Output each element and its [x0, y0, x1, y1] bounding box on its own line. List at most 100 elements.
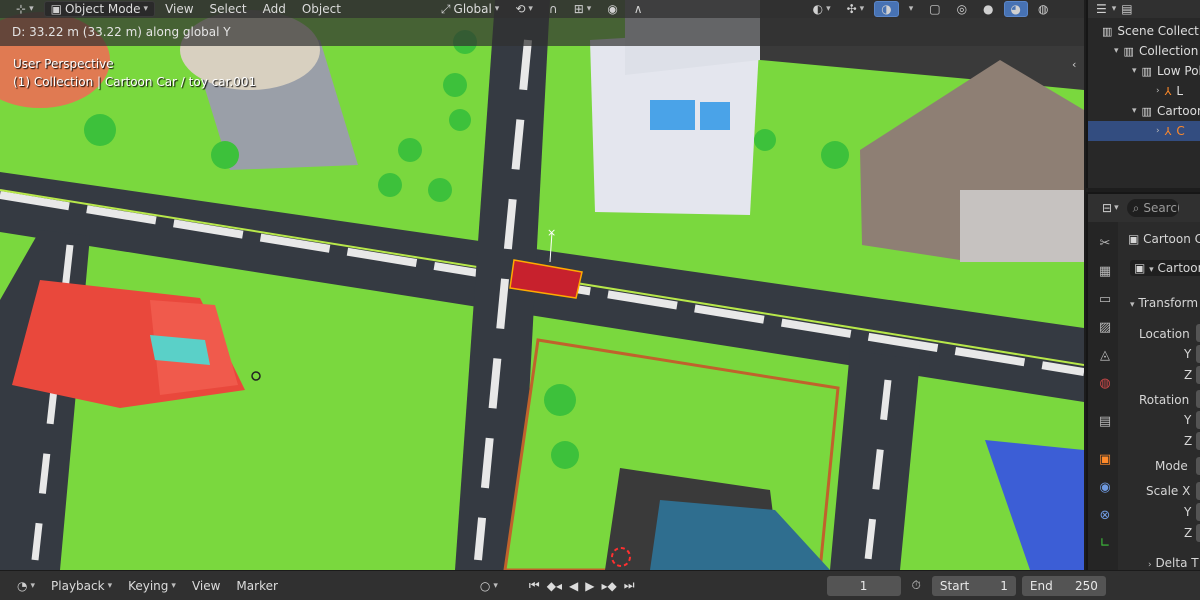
auto-keying-toggle[interactable]: ○ ▾ — [475, 576, 503, 596]
rotation-y-field[interactable] — [1196, 411, 1200, 429]
play-reverse-icon[interactable]: ◀ — [569, 579, 578, 593]
collection-icon: ▥ — [1141, 104, 1152, 118]
timeline-view-menu[interactable]: View — [187, 576, 225, 596]
section-label: Transform — [1138, 296, 1199, 310]
jump-end-icon[interactable]: ⏭ — [624, 578, 635, 593]
location-y-field[interactable] — [1196, 345, 1200, 363]
editor-type-button[interactable]: ⊹ ▾ — [10, 1, 40, 17]
chevron-down-icon[interactable]: ▾ — [1132, 66, 1137, 76]
pivot-button[interactable]: ⟲ ▾ — [509, 1, 539, 17]
timeline-editor-button[interactable]: ◔ ▾ — [12, 576, 40, 596]
outliner-editor-icon[interactable]: ☰ — [1096, 2, 1107, 16]
transform-section-header[interactable]: ▾ Transform — [1130, 296, 1198, 310]
preview-range-toggle[interactable]: ⏱ — [907, 576, 926, 596]
shading-material[interactable]: ◕ — [1003, 1, 1029, 17]
keying-menu[interactable]: Keying ▾ — [123, 576, 181, 596]
rotation-x-field[interactable] — [1196, 390, 1200, 408]
jump-start-icon[interactable]: ⏮ — [529, 578, 540, 593]
proportional-edit-toggle[interactable]: ◉ — [601, 1, 623, 17]
chevron-down-icon: ▾ — [171, 580, 176, 591]
chevron-right-icon[interactable]: › — [1156, 126, 1160, 136]
search-placeholder: Search — [1143, 201, 1178, 215]
delta-transform-header[interactable]: › Delta T — [1148, 556, 1199, 570]
next-keyframe-icon[interactable]: ▸◆ — [601, 579, 616, 593]
data-tab-icon[interactable]: ∟ — [1096, 534, 1114, 552]
object-tab-icon[interactable]: ▣ — [1096, 450, 1114, 468]
collection-tab-icon[interactable]: ▤ — [1096, 412, 1114, 430]
current-frame-field[interactable]: 1 — [826, 575, 901, 596]
marker-menu[interactable]: Marker — [231, 576, 282, 596]
viewport-overlay-text: User Perspective (1) Collection | Cartoo… — [13, 55, 256, 91]
chevron-right-icon[interactable]: › — [1156, 86, 1160, 96]
menu-view[interactable]: View — [159, 1, 199, 17]
tree — [428, 178, 452, 202]
falloff-button[interactable]: ∧ — [628, 1, 649, 17]
chevron-left-icon: ‹ — [1072, 58, 1077, 71]
constraints-tab-icon[interactable]: ⊗ — [1096, 506, 1114, 524]
location-z-field[interactable] — [1196, 366, 1200, 384]
outliner-row-low-poly[interactable]: ▾ ▥ Low Poly — [1132, 61, 1200, 81]
shading-solid[interactable]: ● — [977, 1, 999, 17]
tree — [544, 384, 576, 416]
snap-target-button[interactable]: ⊞ ▾ — [568, 1, 598, 17]
chevron-down-icon[interactable]: ▾ — [1112, 4, 1117, 14]
outliner-row-cartoon-car[interactable]: ▾ ▥ Cartoon Car — [1132, 101, 1200, 121]
physics-tab-icon[interactable]: ◉ — [1096, 478, 1114, 496]
shading-rendered[interactable]: ◍ — [1032, 1, 1054, 17]
playback-menu[interactable]: Playback ▾ — [46, 576, 117, 596]
rotation-z-field[interactable] — [1196, 432, 1200, 450]
snap-increment-icon: ⊞ — [573, 2, 584, 16]
scale-z-field[interactable] — [1196, 524, 1200, 542]
orientation-dropdown[interactable]: ⤢ Global ▾ — [435, 1, 505, 17]
gizmo-button[interactable]: ✣ ▾ — [841, 1, 871, 17]
chevron-down-icon: ▾ — [107, 580, 113, 591]
object-data-field[interactable]: ▣ ▾ Cartoon — [1130, 260, 1200, 276]
display-mode-icon[interactable]: ▤ — [1121, 2, 1132, 16]
tool-tab-icon[interactable]: ✂ — [1096, 234, 1114, 252]
properties-editor-icon[interactable]: ⊟ — [1102, 201, 1112, 215]
outliner-row-collection[interactable]: ▾ ▥ Collection — [1114, 41, 1200, 61]
output-tab-icon[interactable]: ▭ — [1096, 290, 1114, 308]
overlay-dropdown[interactable]: ▾ — [903, 1, 920, 17]
scene-tab-icon[interactable]: ◬ — [1096, 346, 1114, 364]
playback-controls: ⏮ ◆◂ ◀ ▶ ▸◆ ⏭ — [529, 578, 635, 593]
scale-y-label: Y — [1184, 505, 1192, 519]
prev-keyframe-icon[interactable]: ◆◂ — [547, 579, 562, 593]
snap-toggle[interactable]: ∩ — [543, 1, 564, 17]
menu-select[interactable]: Select — [204, 1, 253, 17]
start-value: 1 — [1000, 578, 1008, 593]
overlay-toggle[interactable]: ◑ — [874, 1, 899, 17]
scale-y-field[interactable] — [1196, 503, 1200, 521]
world-tab-icon[interactable]: ◍ — [1096, 374, 1114, 392]
shading-wireframe[interactable]: ◎ — [951, 1, 973, 17]
outliner-row-l[interactable]: › ⅄ L — [1156, 81, 1200, 101]
sidebar-toggle[interactable]: ‹ — [1072, 58, 1084, 78]
timeline-header: ◔ ▾ Playback ▾ Keying ▾ View Marker ○ ▾ ⏮ ◆◂… — [0, 570, 1200, 600]
menu-object[interactable]: Object — [296, 1, 347, 17]
chevron-down-icon[interactable]: ▾ — [1114, 46, 1119, 56]
start-frame-field[interactable]: Start 1 — [931, 575, 1016, 596]
location-x-field[interactable] — [1196, 324, 1200, 342]
chevron-down-icon[interactable]: ▾ — [1132, 106, 1137, 116]
end-frame-field[interactable]: End 250 — [1021, 575, 1106, 596]
view-layer-tab-icon[interactable]: ▨ — [1096, 318, 1114, 336]
3d-viewport[interactable]: × ⊹ ▾ ▣ Object Mode ▾ View Select Add Objec… — [0, 0, 1084, 570]
outliner-panel: ☰ ▾ ▤ ▥ Scene Collection ▾ ▥ Collection … — [1086, 0, 1200, 188]
outliner-row-scene-collection[interactable]: ▥ Scene Collection — [1102, 21, 1200, 41]
chevron-down-icon: ▾ — [908, 4, 914, 14]
outliner-row-label: Low Poly — [1156, 64, 1200, 78]
render-tab-icon[interactable]: ▦ — [1096, 262, 1114, 280]
scale-x-field[interactable] — [1196, 482, 1200, 500]
xray-toggle[interactable]: ▢ — [923, 1, 946, 17]
menu-add[interactable]: Add — [257, 1, 292, 17]
chevron-down-icon[interactable]: ▾ — [1114, 203, 1119, 213]
outliner-row-label: Scene Collection — [1117, 24, 1200, 38]
visibility-button[interactable]: ◐ ▾ — [807, 1, 837, 17]
object-name-row[interactable]: ▣ Cartoon Car — [1128, 232, 1200, 246]
office-window — [650, 100, 695, 130]
outliner-row-c-selected[interactable]: › ⅄ C — [1088, 121, 1200, 141]
properties-search-input[interactable]: ⌕ Search — [1126, 199, 1179, 217]
play-icon[interactable]: ▶ — [585, 579, 594, 593]
rotation-mode-field[interactable] — [1196, 457, 1200, 475]
mode-dropdown[interactable]: ▣ Object Mode ▾ — [43, 1, 156, 17]
